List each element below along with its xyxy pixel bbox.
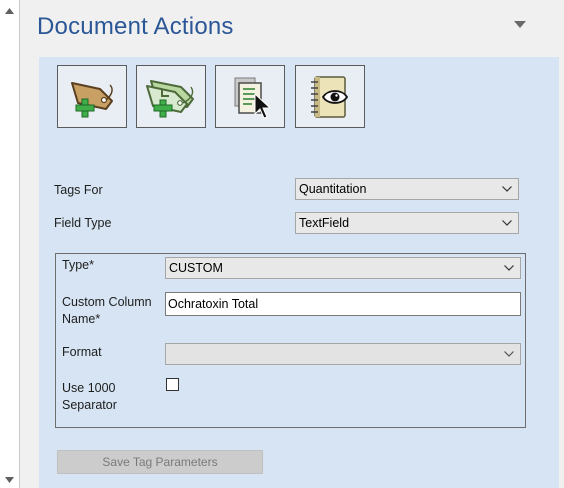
use-1000-separator-label-line2: Separator bbox=[62, 398, 117, 412]
tags-for-select[interactable]: Quantitation bbox=[295, 178, 519, 200]
notebook-eye-icon bbox=[311, 75, 349, 118]
tag-add-icon bbox=[71, 81, 113, 117]
vertical-scrollbar[interactable] bbox=[0, 0, 20, 488]
custom-column-name-input[interactable] bbox=[165, 292, 521, 316]
tag-parameters-group bbox=[55, 253, 526, 428]
format-select[interactable] bbox=[165, 343, 521, 365]
custom-column-name-label: Custom Column Name* bbox=[62, 294, 152, 328]
chevron-down-icon bbox=[504, 351, 514, 357]
field-type-value: TextField bbox=[299, 216, 350, 230]
chevron-down-icon bbox=[502, 220, 512, 226]
type-value: CUSTOM bbox=[169, 261, 223, 275]
tags-add-icon bbox=[146, 79, 194, 117]
pane-title: Document Actions bbox=[37, 13, 234, 40]
custom-column-name-label-line1: Custom Column bbox=[62, 295, 152, 309]
chevron-down-icon bbox=[502, 186, 512, 192]
add-tag-button[interactable] bbox=[57, 65, 127, 128]
use-1000-separator-checkbox[interactable] bbox=[166, 378, 179, 391]
triangle-up-icon[interactable] bbox=[0, 2, 19, 19]
type-label: Type* bbox=[62, 258, 94, 272]
type-select[interactable]: CUSTOM bbox=[165, 257, 521, 279]
document-cursor-icon bbox=[234, 77, 272, 119]
custom-column-name-label-line2: Name* bbox=[62, 312, 101, 326]
tags-for-value: Quantitation bbox=[299, 182, 367, 196]
dropdown-triangle-icon[interactable] bbox=[513, 19, 527, 29]
field-type-label: Field Type bbox=[54, 216, 112, 230]
chevron-down-icon bbox=[504, 265, 514, 271]
use-1000-separator-label: Use 1000 Separator bbox=[62, 380, 117, 414]
triangle-down-icon[interactable] bbox=[0, 471, 19, 488]
field-type-select[interactable]: TextField bbox=[295, 212, 519, 234]
view-notebook-button[interactable] bbox=[295, 65, 365, 128]
save-tag-parameters-button[interactable]: Save Tag Parameters bbox=[57, 450, 263, 474]
format-label: Format bbox=[62, 345, 102, 359]
add-multiple-tags-button[interactable] bbox=[136, 65, 206, 128]
tags-for-label: Tags For bbox=[54, 183, 103, 197]
use-1000-separator-label-line1: Use 1000 bbox=[62, 381, 116, 395]
select-document-button[interactable] bbox=[215, 65, 285, 128]
